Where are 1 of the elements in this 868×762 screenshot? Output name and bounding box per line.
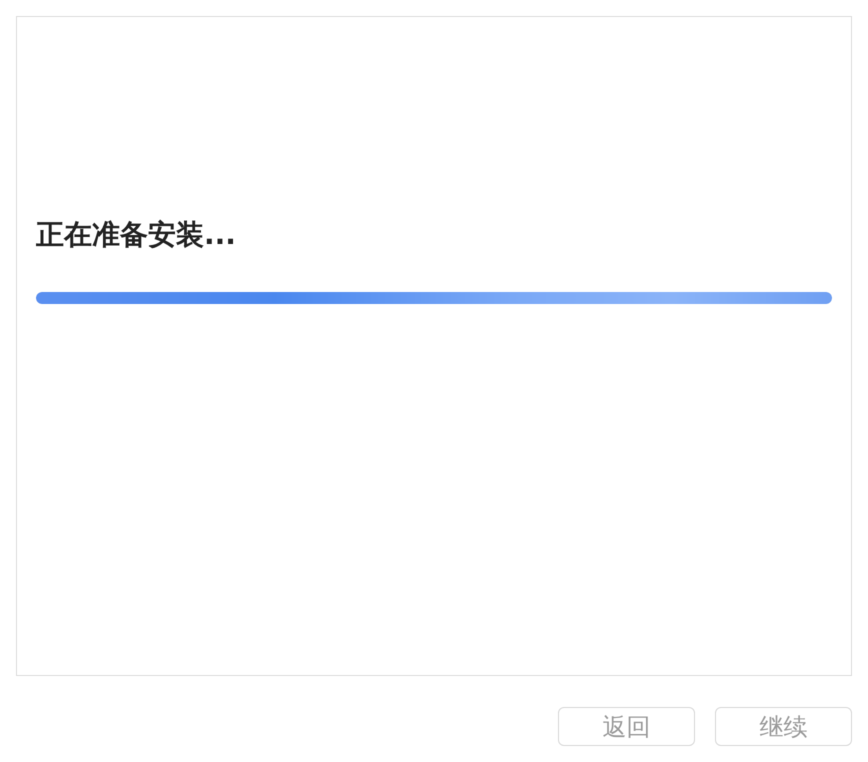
status-title: 正在准备安装... <box>36 217 237 253</box>
